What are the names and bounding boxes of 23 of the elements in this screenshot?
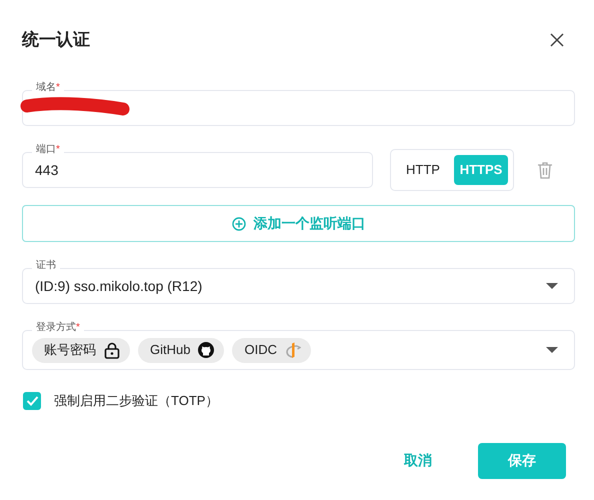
caret-icon — [546, 347, 558, 353]
login-method-select[interactable]: 账号密码 GitHub OIDC — [22, 330, 575, 370]
chip-label: 账号密码 — [44, 341, 96, 360]
chip-label: GitHub — [150, 341, 190, 360]
plus-icon — [232, 216, 246, 230]
certificate-select[interactable]: (ID:9) sso.mikolo.top (R12) — [22, 268, 575, 304]
dialog-title: 统一认证 — [22, 29, 90, 51]
port-field[interactable]: 443 — [22, 152, 373, 188]
trash-icon — [537, 162, 553, 178]
field-value: 443 — [34, 161, 60, 180]
chip-label: OIDC — [244, 341, 277, 360]
check-icon — [26, 395, 38, 406]
close-icon — [549, 32, 565, 48]
caret-icon — [546, 283, 558, 289]
github-icon — [198, 342, 214, 358]
domain-field[interactable] — [22, 90, 575, 126]
lock-icon — [104, 342, 120, 358]
select-value: (ID:9) sso.mikolo.top (R12) — [34, 277, 204, 296]
checkbox-label: 强制启用二步验证（TOTP） — [54, 392, 218, 410]
protocol-option[interactable]: HTTP — [396, 155, 450, 185]
close-button[interactable] — [549, 32, 565, 48]
oidc-icon — [284, 342, 301, 358]
checkbox[interactable] — [23, 392, 41, 410]
